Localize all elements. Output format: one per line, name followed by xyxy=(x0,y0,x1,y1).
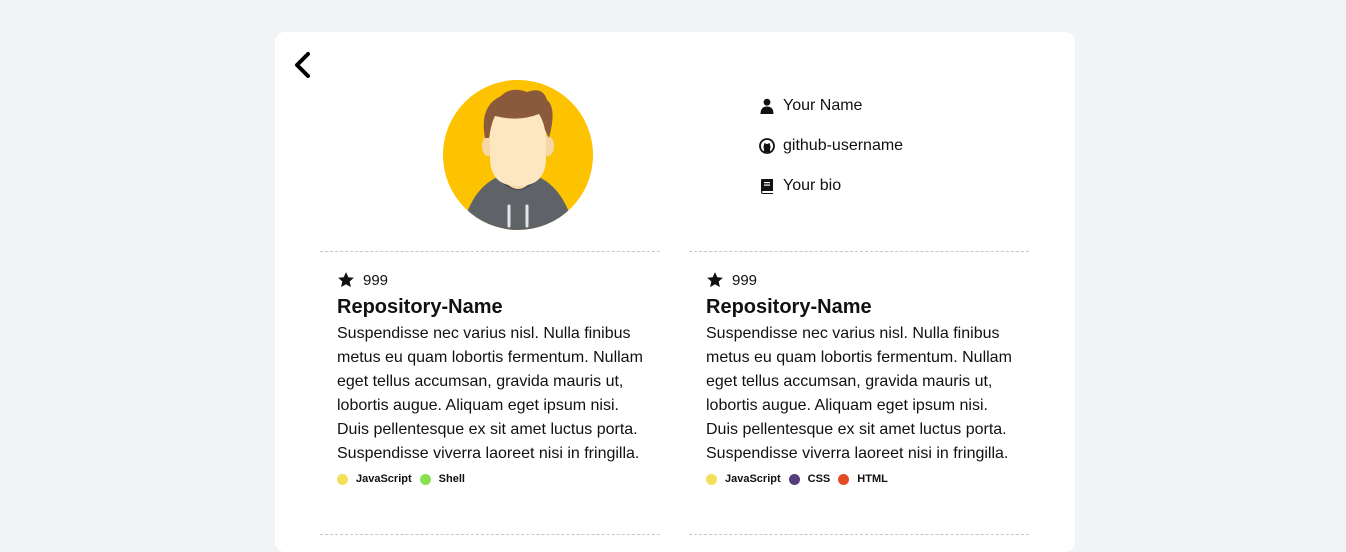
avatar xyxy=(443,80,593,230)
repo-name[interactable]: Repository-Name xyxy=(706,295,1016,319)
profile-name-row: Your Name xyxy=(759,96,903,116)
repo-description: Suspendisse nec varius nisl. Nulla finib… xyxy=(706,325,1012,462)
star-icon xyxy=(706,271,724,289)
profile-info: Your Name github-username Your bio xyxy=(759,96,903,216)
language-item: Shell xyxy=(419,473,465,485)
repo-card[interactable]: 999 Repository-Name Suspendisse nec vari… xyxy=(320,251,660,535)
language-label: HTML xyxy=(857,473,888,485)
repo-stars-count: 999 xyxy=(363,271,389,289)
repo-languages: JavaScript Shell xyxy=(337,472,647,486)
profile-card: Your Name github-username Your bio 999 R… xyxy=(275,32,1075,552)
repo-name[interactable]: Repository-Name xyxy=(337,295,647,319)
language-item: JavaScript xyxy=(706,473,781,485)
star-icon xyxy=(337,271,355,289)
language-dot xyxy=(337,473,348,485)
language-label: JavaScript xyxy=(356,473,412,485)
profile-username: github-username xyxy=(783,137,904,154)
language-item: HTML xyxy=(838,473,888,485)
repo-stars: 999 xyxy=(706,270,1016,290)
repo-stars: 999 xyxy=(337,270,647,290)
language-dot xyxy=(788,473,800,485)
language-dot xyxy=(419,473,431,485)
profile-name: Your Name xyxy=(783,97,863,114)
user-icon xyxy=(759,98,775,114)
repo-stars-count: 999 xyxy=(732,271,758,289)
language-label: CSS xyxy=(807,473,831,485)
profile-bio-row: Your bio xyxy=(759,176,903,196)
language-dot xyxy=(706,473,717,485)
language-dot xyxy=(838,473,850,485)
github-icon xyxy=(759,138,775,154)
repo-card[interactable]: 999 Repository-Name Suspendisse nec vari… xyxy=(689,251,1029,535)
chevron-left-icon xyxy=(295,52,310,78)
book-icon xyxy=(759,178,775,194)
profile-bio: Your bio xyxy=(783,177,842,194)
profile-username-row: github-username xyxy=(759,136,903,156)
repo-description: Suspendisse nec varius nisl. Nulla finib… xyxy=(337,325,643,462)
language-item: JavaScript xyxy=(337,473,412,485)
language-label: JavaScript xyxy=(725,473,781,485)
language-label: Shell xyxy=(438,473,465,485)
repo-languages: JavaScript CSS HTML xyxy=(706,472,1016,486)
back-button[interactable] xyxy=(291,50,313,80)
language-item: CSS xyxy=(788,473,831,485)
